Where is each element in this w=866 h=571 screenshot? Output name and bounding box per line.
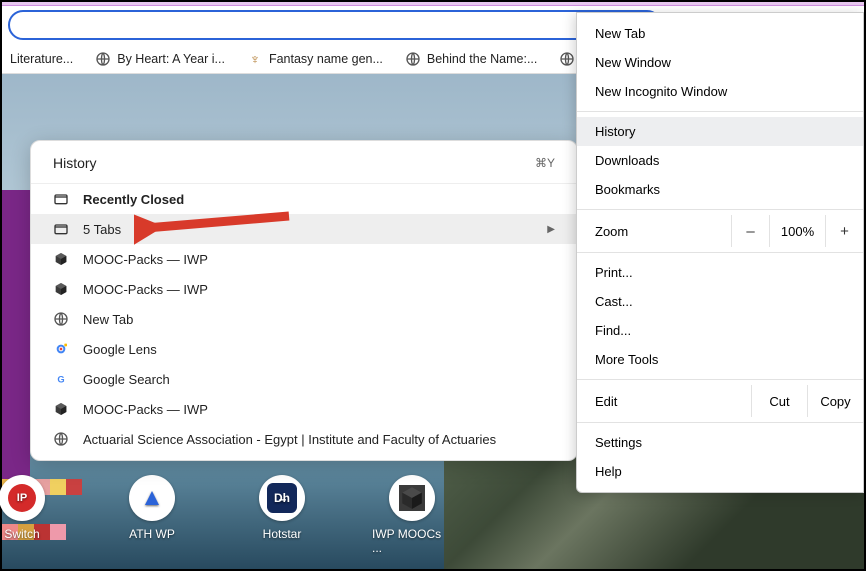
history-item-label: MOOC-Packs — IWP	[83, 252, 208, 267]
annotation-arrow	[134, 206, 294, 246]
g-icon: G	[53, 371, 69, 387]
cube-icon	[53, 251, 69, 267]
zoom-in-button[interactable]: +	[825, 215, 863, 247]
separator	[577, 422, 863, 423]
ntp-shortcuts: IP Switch ▲ ATH WP D̶h Hotstar IWP MOOCs…	[2, 475, 452, 555]
shortcut-label: ATH WP	[129, 527, 175, 541]
bookmark-item[interactable]: Behind the Name:...	[405, 51, 537, 67]
menu-bookmarks[interactable]: Bookmarks	[577, 175, 863, 204]
separator	[577, 379, 863, 380]
cube-icon	[53, 401, 69, 417]
menu-history[interactable]: History	[577, 117, 863, 146]
cube-icon	[53, 281, 69, 297]
menu-new-window[interactable]: New Window	[577, 48, 863, 77]
history-item-label: Google Search	[83, 372, 170, 387]
menu-edit-row: Edit Cut Copy	[577, 385, 863, 417]
chevron-right-icon: ▶	[547, 224, 555, 235]
edit-label: Edit	[577, 387, 751, 416]
menu-cast[interactable]: Cast...	[577, 287, 863, 316]
menu-zoom-row: Zoom – 100% +	[577, 215, 863, 247]
history-submenu: History ⌘Y Recently Closed 5 Tabs ▶ MOOC-P…	[30, 140, 578, 461]
history-item[interactable]: G Google Search	[31, 364, 577, 394]
history-item-label: Google Lens	[83, 342, 157, 357]
menu-new-tab[interactable]: New Tab	[577, 19, 863, 48]
cut-button[interactable]: Cut	[751, 385, 807, 417]
zoom-out-button[interactable]: –	[731, 215, 769, 247]
shortcut-label: Switch	[4, 527, 39, 541]
shortcut[interactable]: IP Switch	[0, 475, 62, 555]
menu-print[interactable]: Print...	[577, 258, 863, 287]
bookmark-label: Literature...	[10, 52, 73, 66]
svg-text:G: G	[57, 374, 64, 384]
menu-downloads[interactable]: Downloads	[577, 146, 863, 175]
bookmark-item[interactable]: ♆ Fantasy name gen...	[247, 51, 383, 67]
history-item-label: MOOC-Packs — IWP	[83, 282, 208, 297]
globe-icon	[53, 431, 69, 447]
shortcut-badge: IP	[8, 484, 36, 512]
cube-icon	[399, 485, 425, 511]
history-item[interactable]: New Tab	[31, 304, 577, 334]
shortcut-badge: D̶h	[267, 483, 297, 513]
shortcut-badge: ▲	[140, 484, 164, 512]
bookmark-label: Behind the Name:...	[427, 52, 537, 66]
decor	[2, 190, 30, 490]
shortcut-label: Hotstar	[263, 527, 302, 541]
history-item[interactable]: MOOC-Packs — IWP	[31, 394, 577, 424]
globe-icon	[95, 51, 111, 67]
shortcut-label: IWP MOOCs ...	[372, 527, 452, 555]
tab-icon	[53, 191, 69, 207]
globe-icon	[53, 311, 69, 327]
zoom-label: Zoom	[577, 217, 731, 246]
history-item-label: MOOC-Packs — IWP	[83, 402, 208, 417]
menu-find[interactable]: Find...	[577, 316, 863, 345]
history-item[interactable]: Actuarial Science Association - Egypt | …	[31, 424, 577, 454]
history-item[interactable]: MOOC-Packs — IWP	[31, 244, 577, 274]
globe-icon	[405, 51, 421, 67]
history-item[interactable]: 5 Tabs ▶	[31, 214, 577, 244]
shortcut[interactable]: D̶h Hotstar	[242, 475, 322, 555]
shortcut[interactable]: ▲ ATH WP	[112, 475, 192, 555]
bookmark-item[interactable]: By Heart: A Year i...	[95, 51, 225, 67]
chrome-main-menu: New Tab New Window New Incognito Window …	[576, 12, 864, 493]
menu-help[interactable]: Help	[577, 457, 863, 486]
zoom-percent: 100%	[769, 215, 825, 247]
globe-icon	[559, 51, 575, 67]
history-shortcut: ⌘Y	[535, 156, 555, 170]
shortcut[interactable]: IWP MOOCs ...	[372, 475, 452, 555]
history-item[interactable]: Google Lens	[31, 334, 577, 364]
lens-icon	[53, 341, 69, 357]
bookmark-label: Fantasy name gen...	[269, 52, 383, 66]
staff-icon: ♆	[247, 51, 263, 67]
history-item-label: 5 Tabs	[83, 222, 121, 237]
history-title: History	[53, 155, 97, 171]
address-bar[interactable]	[8, 10, 662, 40]
separator	[577, 209, 863, 210]
bookmark-label: By Heart: A Year i...	[117, 52, 225, 66]
separator	[577, 111, 863, 112]
history-item[interactable]: MOOC-Packs — IWP	[31, 274, 577, 304]
menu-more-tools[interactable]: More Tools	[577, 345, 863, 374]
history-header[interactable]: History ⌘Y	[31, 141, 577, 183]
copy-button[interactable]: Copy	[807, 385, 863, 417]
menu-new-incognito[interactable]: New Incognito Window	[577, 77, 863, 106]
recently-closed-header: Recently Closed	[31, 184, 577, 214]
history-item-label: Actuarial Science Association - Egypt | …	[83, 432, 496, 447]
tabs-icon	[53, 221, 69, 237]
history-item-label: New Tab	[83, 312, 133, 327]
menu-settings[interactable]: Settings	[577, 428, 863, 457]
bookmark-item[interactable]: Literature...	[10, 52, 73, 66]
separator	[577, 252, 863, 253]
